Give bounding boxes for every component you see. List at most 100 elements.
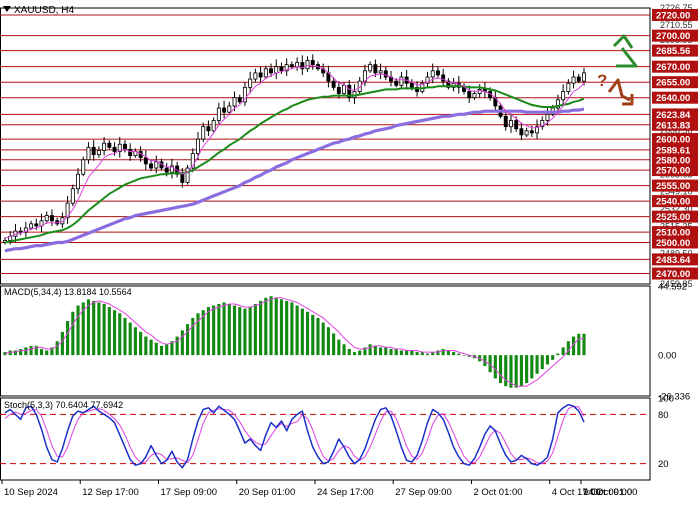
macd-bar bbox=[259, 300, 263, 356]
macd-bar bbox=[222, 302, 226, 356]
macd-bar bbox=[389, 348, 393, 356]
candle-body bbox=[76, 173, 80, 190]
macd-bar bbox=[175, 336, 179, 356]
macd-bar bbox=[337, 339, 341, 356]
candle-body bbox=[383, 70, 388, 78]
macd-bar bbox=[316, 317, 320, 356]
chart-root: 2726.752710.552695.952668.902639.352608.… bbox=[0, 0, 700, 500]
macd-bar bbox=[217, 303, 221, 356]
macd-bar bbox=[441, 348, 445, 356]
candle-body bbox=[206, 126, 211, 132]
macd-bar bbox=[144, 336, 148, 356]
macd-bar bbox=[45, 350, 49, 356]
macd-bar bbox=[128, 322, 132, 356]
candle-body bbox=[70, 188, 75, 204]
macd-bar bbox=[561, 347, 565, 356]
macd-bar bbox=[279, 299, 284, 356]
macd-bar bbox=[300, 308, 304, 356]
candle-body bbox=[253, 72, 258, 80]
candle-body bbox=[305, 60, 310, 70]
macd-bar bbox=[525, 355, 529, 384]
macd-bar bbox=[253, 303, 257, 356]
time-axis-tick-label: 27 Sep 09:00 bbox=[395, 487, 452, 498]
candle-body bbox=[582, 72, 586, 82]
candle-body bbox=[34, 223, 39, 227]
time-axis-tick-label: 17 Sep 09:00 bbox=[160, 487, 217, 498]
macd-title: MACD(5,34,4) 13.8184 10.5564 bbox=[4, 287, 132, 297]
candle-body bbox=[123, 143, 127, 150]
candle-body bbox=[258, 72, 263, 78]
price-level-label: 2655.00 bbox=[656, 78, 690, 89]
macd-bar bbox=[342, 344, 346, 356]
candle-body bbox=[222, 107, 227, 113]
chart-canvas: 2726.752710.552695.952668.902639.352608.… bbox=[0, 0, 700, 500]
macd-bar bbox=[540, 355, 544, 370]
candle-body bbox=[232, 97, 237, 107]
candle-body bbox=[81, 159, 86, 175]
price-level-label: 2470.00 bbox=[656, 269, 690, 280]
macd-bar bbox=[274, 297, 278, 356]
candle-body bbox=[269, 68, 273, 74]
macd-bar bbox=[238, 307, 242, 356]
macd-bar bbox=[321, 322, 325, 356]
macd-bar bbox=[180, 330, 184, 356]
candle-body bbox=[503, 115, 508, 128]
macd-bar bbox=[76, 305, 80, 356]
time-axis-tick-label: 12 Sep 17:00 bbox=[82, 487, 139, 498]
macd-bar bbox=[530, 355, 534, 379]
macd-bar bbox=[347, 348, 351, 356]
candle-body bbox=[561, 91, 566, 101]
candle-body bbox=[368, 64, 373, 72]
candle-body bbox=[149, 163, 154, 169]
stoch-axis-tick-label: 80 bbox=[658, 410, 669, 421]
candle-body bbox=[576, 76, 581, 82]
price-level-label: 2570.00 bbox=[656, 166, 690, 177]
macd-bar bbox=[352, 352, 357, 356]
macd-bar bbox=[582, 333, 586, 356]
candle-body bbox=[435, 70, 440, 76]
macd-bar bbox=[92, 300, 96, 356]
price-level-label: 2720.00 bbox=[656, 10, 690, 21]
macd-bar bbox=[368, 344, 372, 356]
chart-background bbox=[0, 0, 700, 500]
candle-body bbox=[180, 173, 185, 183]
candle-body bbox=[274, 66, 279, 74]
candle-body bbox=[128, 149, 133, 157]
macd-bar bbox=[373, 345, 377, 356]
macd-bar bbox=[305, 311, 310, 356]
candle-body bbox=[514, 120, 519, 130]
candle-body bbox=[394, 80, 399, 86]
price-level-label: 2670.00 bbox=[656, 62, 690, 73]
macd-bar bbox=[415, 352, 419, 356]
candle-body bbox=[112, 146, 117, 152]
candle-body bbox=[509, 120, 513, 128]
macd-axis-tick-label: 44.592 bbox=[658, 282, 687, 293]
macd-bar bbox=[206, 307, 210, 356]
macd-bar bbox=[446, 350, 450, 356]
stoch-axis-tick-label: 20 bbox=[658, 459, 669, 470]
candle-body bbox=[373, 64, 378, 74]
macd-bar bbox=[133, 327, 137, 356]
candle-body bbox=[29, 223, 34, 229]
macd-bar bbox=[269, 296, 273, 356]
macd-bar bbox=[29, 345, 33, 356]
candle-body bbox=[263, 68, 268, 78]
macd-bar bbox=[452, 352, 456, 356]
macd-bar bbox=[566, 341, 570, 356]
macd-bar bbox=[394, 348, 398, 356]
price-level-label: 2640.00 bbox=[656, 93, 690, 104]
macd-bar bbox=[462, 355, 466, 356]
time-axis-tick-label: 10 Sep 2024 bbox=[4, 487, 58, 498]
macd-bar bbox=[285, 300, 289, 356]
candle-body bbox=[430, 70, 435, 78]
macd-bar bbox=[186, 324, 190, 356]
price-level-label: 2500.00 bbox=[656, 238, 690, 249]
candle-body bbox=[472, 93, 477, 99]
price-level-label: 2613.83 bbox=[656, 120, 690, 131]
candle-body bbox=[96, 150, 101, 155]
macd-bar bbox=[311, 314, 315, 356]
candle-body bbox=[409, 82, 414, 88]
macd-bar bbox=[60, 331, 64, 356]
candle-body bbox=[201, 126, 206, 140]
macd-bar bbox=[191, 317, 195, 356]
